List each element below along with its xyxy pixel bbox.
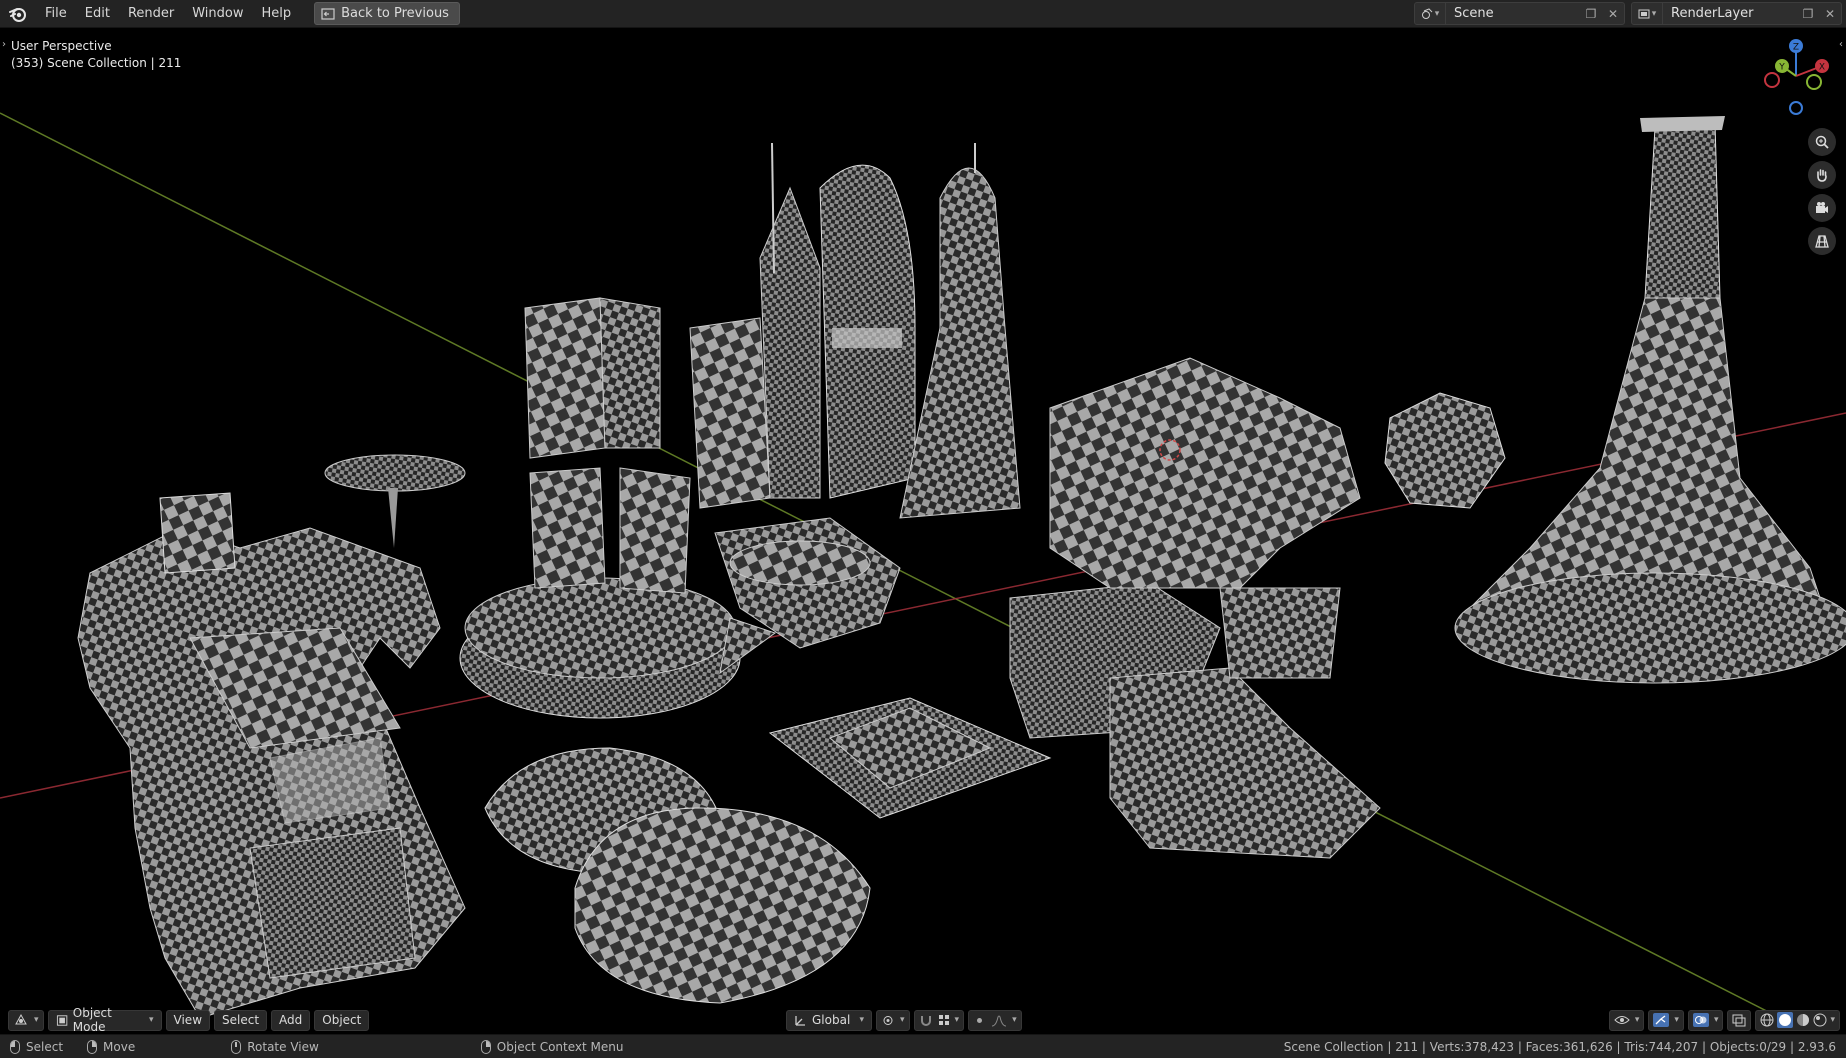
left-mouse-icon [10,1039,20,1054]
ortho-grid-icon[interactable] [1808,227,1836,255]
status-rotate: Rotate View [231,1039,319,1054]
object-mode-icon [56,1014,67,1026]
status-context: Object Context Menu [480,1039,624,1054]
svg-text:Z: Z [1793,43,1799,53]
menu-select[interactable]: Select [214,1009,268,1031]
visibility-dropdown[interactable]: ▾ [1608,1009,1645,1031]
transform-orientation-dropdown[interactable]: Global ▾ [786,1009,872,1031]
blender-logo-icon[interactable] [8,4,28,24]
object-mode-label: Object Mode [72,1006,112,1034]
transform-controls: Global ▾ ▾ ▾ ▾ [786,1009,1022,1031]
scene-selector[interactable]: ▾ Scene ❐ ✕ [1414,2,1625,25]
sidebar-expand-icon[interactable]: ‹ [1839,39,1843,50]
scene-name[interactable]: Scene [1446,6,1580,21]
zoom-icon[interactable] [1808,128,1836,156]
editor-type-button[interactable]: ▾ [8,1009,44,1031]
menu-render[interactable]: Render [119,3,183,24]
central-complex-mesh [1009,357,1381,859]
toolbar-expand-icon[interactable]: › [2,39,6,50]
top-menu-bar: File Edit Render Window Help Back to Pre… [0,0,1846,28]
orientation-icon [795,1015,805,1026]
status-rotate-label: Rotate View [247,1039,319,1054]
scene-icon[interactable]: ▾ [1415,3,1446,24]
back-to-previous-label: Back to Previous [341,6,449,21]
wireframe-shading-icon[interactable] [1760,1013,1774,1027]
eye-icon [1614,1016,1630,1024]
snap-grid-icon [938,1015,949,1025]
render-layer-name[interactable]: RenderLayer [1663,6,1797,21]
material-shading-icon[interactable] [1796,1013,1810,1027]
navigation-gizmo[interactable]: Z X Y [1756,38,1836,118]
solid-shading-icon[interactable] [1777,1012,1794,1028]
pivot-point-dropdown[interactable]: ▾ [876,1009,910,1031]
status-select-label: Select [26,1039,64,1054]
hex-pod-mesh [1384,392,1506,509]
status-bar: Select Move Rotate View Object Context M… [0,1034,1846,1058]
screen-back-icon [321,7,335,20]
proportional-edit-icon [977,1017,983,1023]
overlays-icon [1692,1013,1709,1027]
render-layer-icon[interactable]: ▾ [1632,3,1663,24]
overlays-toggle[interactable]: ▾ [1687,1009,1724,1031]
new-scene-icon[interactable]: ❐ [1580,7,1602,21]
camera-view-icon[interactable] [1808,194,1836,222]
view-perspective-label: User Perspective [11,39,112,53]
back-to-previous-button[interactable]: Back to Previous [314,2,460,25]
3d-view-icon [15,1013,27,1025]
render-layer-selector[interactable]: ▾ RenderLayer ❐ ✕ [1631,2,1842,25]
right-mouse-icon [480,1039,491,1054]
gizmo-toggle[interactable]: ▾ [1648,1009,1684,1031]
status-move: Move [87,1039,136,1054]
back-towers-mesh [524,142,1021,519]
scene-statistics: Scene Collection | 211 | Verts:378,423 |… [1283,1039,1836,1054]
svg-text:Y: Y [1778,63,1785,73]
status-select: Select [10,1039,64,1054]
xray-toggle[interactable] [1727,1009,1752,1031]
pyramid-platform-mesh [768,697,1052,819]
3d-viewport[interactable]: User Perspective (353) Scene Collection … [0,28,1846,1034]
menu-edit[interactable]: Edit [76,3,119,24]
menu-object[interactable]: Object [314,1009,370,1031]
shading-controls: ▾ ▾ ▾ ▾ [1608,1009,1840,1031]
xray-icon [1732,1014,1746,1026]
menu-window[interactable]: Window [183,3,252,24]
menu-help[interactable]: Help [253,3,301,24]
menu-view[interactable]: View [165,1009,211,1031]
scene-render [0,112,1846,1029]
transform-orientation-label: Global [812,1013,851,1027]
menu-add[interactable]: Add [271,1009,311,1031]
shading-mode-buttons[interactable]: ▾ [1755,1009,1840,1031]
tall-tower-mesh [1454,116,1846,684]
disk-structure-mesh [459,467,777,719]
scene-layer-selectors: ▾ Scene ❐ ✕ ▾ RenderLayer ❐ ✕ [1414,0,1846,27]
delete-scene-icon[interactable]: ✕ [1602,7,1624,21]
magnet-icon [920,1015,931,1026]
drag-mouse-icon [87,1039,98,1054]
delete-layer-icon[interactable]: ✕ [1819,7,1841,21]
pivot-icon [883,1015,893,1025]
object-mode-dropdown[interactable]: Object Mode ▾ [47,1006,162,1034]
gizmo-icon [1653,1013,1670,1027]
floating-platform-mesh [324,454,466,548]
rendered-shading-icon[interactable] [1813,1013,1827,1027]
new-layer-icon[interactable]: ❐ [1797,7,1819,21]
middle-mouse-icon [231,1039,242,1054]
left-building-mesh [77,492,466,1019]
svg-text:X: X [1819,63,1825,73]
dome-structures-mesh [484,747,871,1004]
viewport-nav-tools [1808,128,1836,255]
snap-controls[interactable]: ▾ [913,1009,965,1031]
collection-info-label: (353) Scene Collection | 211 [11,56,182,70]
status-move-label: Move [103,1039,136,1054]
viewport-header: ▾ Object Mode ▾ View Select Add Object G… [0,1006,1846,1034]
proportional-edit-controls[interactable]: ▾ [968,1009,1022,1031]
falloff-curve-icon [991,1015,1007,1026]
menu-file[interactable]: File [36,3,76,24]
pan-hand-icon[interactable] [1808,161,1836,189]
status-context-label: Object Context Menu [496,1039,624,1054]
